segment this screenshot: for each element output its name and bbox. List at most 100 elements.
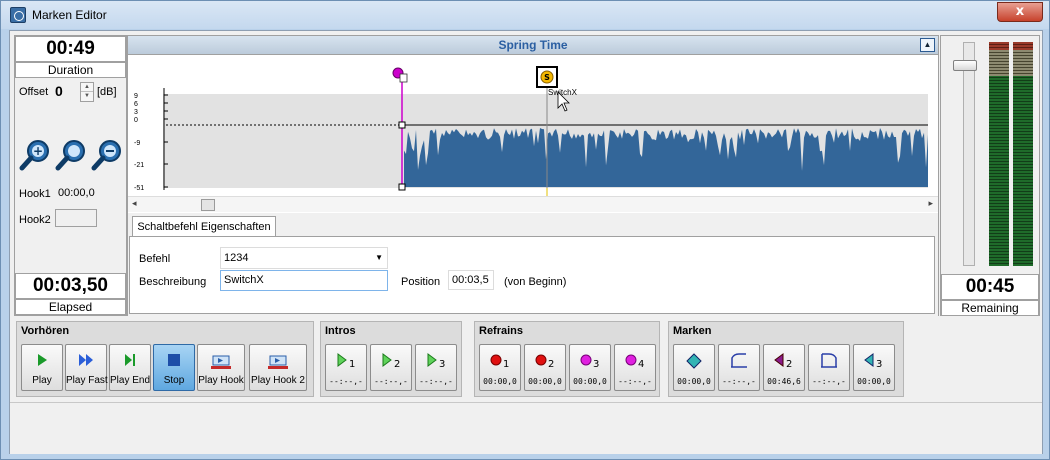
offset-label: Offset [19, 86, 49, 98]
marke-start-time: 00:00,0 [677, 377, 711, 386]
horizontal-scrollbar[interactable]: ◂ ▸ [128, 196, 938, 212]
intro-3-time: --:--,- [419, 377, 453, 386]
play-fast-label: Play Fast [66, 375, 108, 386]
hook-handle-bottom[interactable] [398, 183, 406, 191]
volume-slider-thumb[interactable] [953, 60, 977, 71]
waveform-panel: Spring Time ▲ 9 6 3 0 -9 -21 -51 S Switc… [127, 35, 939, 316]
scroll-left-icon[interactable]: ◂ [132, 198, 137, 209]
play-fast-button[interactable]: Play Fast [65, 344, 108, 391]
zoom-in-icon[interactable]: + [19, 138, 51, 172]
stop-icon [168, 354, 180, 366]
tab-schaltbefehl[interactable]: Schaltbefehl Eigenschaften [132, 216, 276, 237]
refrains-group: Refrains 1 00:00,0 2 00:00,0 3 00:00,0 4… [474, 321, 660, 397]
status-bar [10, 402, 1042, 454]
waveform-area[interactable]: 9 6 3 0 -9 -21 -51 S SwitchX [128, 56, 938, 196]
volume-slider-track[interactable] [963, 42, 975, 266]
marke-fade-in-time: --:--,- [722, 377, 756, 386]
marke-2-button[interactable]: 2 00:46,6 [763, 344, 805, 391]
scroll-thumb[interactable] [201, 199, 215, 211]
remaining-label: Remaining [941, 300, 1039, 316]
hook-marker-flag-icon [399, 73, 408, 83]
client-area: 00:49 Duration Offset 0 ▲ ▼ [dB] + Hook1… [9, 30, 1043, 454]
intro-3-icon: 3 [427, 353, 445, 369]
position-suffix: (von Beginn) [504, 276, 567, 288]
intro-1-icon: 1 [337, 353, 355, 369]
befehl-select[interactable]: 1234 ▼ [220, 247, 388, 269]
marken-group: Marken 00:00,0 --:--,- 2 00:46,6 --:--,-… [668, 321, 904, 397]
window-title: Marken Editor [32, 8, 107, 22]
stepper-down-icon[interactable]: ▼ [81, 92, 93, 101]
db-tick-label: 3 [134, 109, 138, 116]
title-bar: Marken Editor x [1, 1, 1049, 29]
play-icon [38, 354, 47, 366]
refrain-3-icon: 3 [580, 354, 599, 369]
play-hook-label: Play Hook [198, 375, 244, 386]
offset-unit: [dB] [97, 86, 117, 98]
fade-in-icon [731, 353, 747, 368]
marke-fade-out-button[interactable]: --:--,- [808, 344, 850, 391]
app-icon [10, 7, 26, 23]
svg-text:+: + [33, 144, 43, 158]
befehl-value: 1234 [224, 252, 249, 264]
svg-text:2: 2 [786, 359, 792, 369]
elapsed-label: Elapsed [15, 299, 126, 315]
play-hook-button[interactable]: Play Hook [197, 344, 245, 391]
beschreibung-input[interactable]: SwitchX [220, 270, 388, 291]
chevron-down-icon[interactable]: ▼ [375, 248, 383, 268]
position-label: Position [401, 276, 441, 288]
intro-2-icon: 2 [382, 353, 400, 369]
marken-title: Marken [673, 325, 712, 337]
offset-stepper[interactable]: ▲ ▼ [80, 82, 94, 102]
tab-body: Befehl 1234 ▼ Beschreibung SwitchX Posit… [129, 236, 935, 314]
refrain-1-button[interactable]: 1 00:00,0 [479, 344, 521, 391]
diamond-icon [686, 353, 702, 369]
waveform-svg[interactable]: 9630 -9 -21 -51 S SwitchX [128, 56, 938, 196]
play-end-button[interactable]: Play End [109, 344, 151, 391]
db-tick-label: 9 [134, 93, 138, 100]
close-button[interactable]: x [997, 2, 1043, 22]
marken-editor-window: Marken Editor x 00:49 Duration Offset 0 … [0, 0, 1050, 460]
stepper-up-icon[interactable]: ▲ [81, 83, 93, 92]
refrain-2-icon: 2 [535, 354, 554, 369]
collapse-button[interactable]: ▲ [920, 38, 935, 52]
zoom-reset-icon[interactable] [55, 138, 87, 172]
befehl-label: Befehl [139, 253, 171, 265]
play-button[interactable]: Play [21, 344, 63, 391]
remaining-value: 00:45 [941, 274, 1039, 300]
refrain-4-time: --:--,- [618, 377, 652, 386]
fade-out-icon [821, 353, 837, 368]
db-tick-label: -9 [134, 140, 140, 147]
intro-2-button[interactable]: 2 --:--,- [370, 344, 412, 391]
position-input[interactable]: 00:03,5 [448, 270, 494, 290]
intros-group: Intros 1 --:--,- 2 --:--,- 3 --:--,- [320, 321, 462, 397]
scroll-right-icon[interactable]: ▸ [928, 198, 933, 209]
level-meter-left [989, 42, 1009, 266]
right-panel: 00:45 Remaining [940, 35, 1040, 316]
play-end-icon [125, 354, 135, 366]
intro-1-button[interactable]: 1 --:--,- [325, 344, 367, 391]
marker-left-3-icon: 3 [864, 353, 882, 369]
refrain-4-button[interactable]: 4 --:--,- [614, 344, 656, 391]
play-end-label: Play End [110, 375, 151, 386]
duration-value: 00:49 [15, 36, 126, 62]
intro-3-button[interactable]: 3 --:--,- [415, 344, 457, 391]
refrains-title: Refrains [479, 325, 524, 337]
song-title: Spring Time [498, 38, 568, 52]
marke-start-button[interactable]: 00:00,0 [673, 344, 715, 391]
hook2-value[interactable] [55, 209, 97, 227]
play-hook-2-button[interactable]: Play Hook 2 [249, 344, 307, 391]
refrain-2-button[interactable]: 2 00:00,0 [524, 344, 566, 391]
level-meter-right [1013, 42, 1033, 266]
svg-text:4: 4 [638, 359, 644, 369]
zoom-out-icon[interactable] [91, 138, 123, 172]
hook-handle[interactable] [398, 121, 406, 129]
svg-text:1: 1 [349, 359, 355, 369]
offset-input[interactable]: 0 [52, 82, 78, 102]
svg-text:2: 2 [394, 359, 400, 369]
hook-2-icon [268, 355, 288, 369]
refrain-3-button[interactable]: 3 00:00,0 [569, 344, 611, 391]
stop-button[interactable]: Stop [153, 344, 195, 391]
marke-fade-in-button[interactable]: --:--,- [718, 344, 760, 391]
elapsed-value: 00:03,50 [15, 273, 126, 299]
marke-3-button[interactable]: 3 00:00,0 [853, 344, 895, 391]
